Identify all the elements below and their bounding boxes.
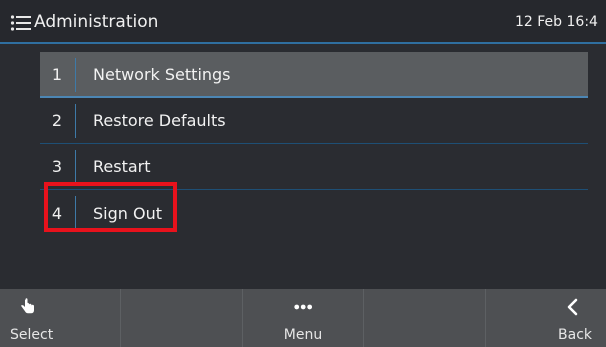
select-softkey[interactable]: Select bbox=[0, 289, 122, 347]
chevron-left-icon bbox=[567, 298, 578, 316]
menu-softkey[interactable]: Menu bbox=[243, 289, 365, 347]
select-softkey-label: Select bbox=[10, 327, 54, 343]
more-dots-icon bbox=[294, 304, 312, 310]
menu-item-number: 1 bbox=[51, 64, 63, 84]
divider bbox=[75, 150, 76, 184]
menu-item-number: 2 bbox=[51, 111, 63, 130]
date-time: 12 Feb 16:4 bbox=[515, 14, 598, 30]
divider bbox=[75, 58, 76, 92]
menu-item-restore-defaults[interactable]: 2 Restore Defaults bbox=[40, 98, 588, 144]
annotation-highlight-box bbox=[44, 182, 177, 232]
hand-pointer-icon bbox=[21, 298, 34, 314]
menu-softkey-label: Menu bbox=[283, 327, 323, 343]
empty-softkey-4[interactable] bbox=[364, 289, 486, 347]
list-menu-icon[interactable] bbox=[10, 14, 32, 32]
menu-item-network-settings[interactable]: 1 Network Settings bbox=[40, 52, 588, 98]
softkey-bar: Select Menu Back bbox=[0, 289, 606, 347]
back-softkey[interactable]: Back bbox=[486, 289, 606, 347]
empty-softkey-2[interactable] bbox=[121, 289, 243, 347]
header-bar: Administration 12 Feb 16:4 bbox=[0, 0, 606, 44]
menu-item-label: Restore Defaults bbox=[93, 111, 226, 130]
page-title: Administration bbox=[34, 12, 159, 32]
back-softkey-label: Back bbox=[558, 327, 593, 343]
menu-item-label: Network Settings bbox=[93, 64, 231, 84]
divider bbox=[75, 104, 76, 138]
